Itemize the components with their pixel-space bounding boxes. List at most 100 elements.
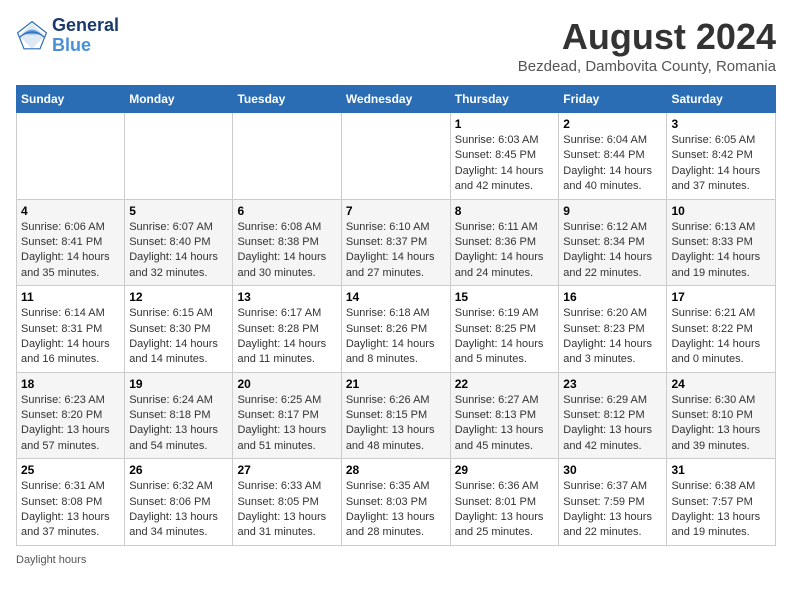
col-tuesday: Tuesday [233, 86, 341, 113]
table-row: 29Sunrise: 6:36 AM Sunset: 8:01 PM Dayli… [450, 459, 559, 546]
calendar-footer: Daylight hours [16, 554, 776, 566]
day-number: 1 [455, 117, 555, 131]
logo-icon [16, 20, 48, 52]
day-info: Sunrise: 6:27 AM Sunset: 8:13 PM Dayligh… [455, 393, 555, 455]
day-number: 23 [563, 377, 662, 391]
day-info: Sunrise: 6:20 AM Sunset: 8:23 PM Dayligh… [563, 306, 662, 368]
table-row [125, 113, 233, 200]
calendar-week-4: 18Sunrise: 6:23 AM Sunset: 8:20 PM Dayli… [17, 372, 776, 459]
day-number: 31 [671, 463, 771, 477]
day-info: Sunrise: 6:19 AM Sunset: 8:25 PM Dayligh… [455, 306, 555, 368]
table-row: 7Sunrise: 6:10 AM Sunset: 8:37 PM Daylig… [341, 199, 450, 286]
day-info: Sunrise: 6:31 AM Sunset: 8:08 PM Dayligh… [21, 479, 120, 541]
day-info: Sunrise: 6:07 AM Sunset: 8:40 PM Dayligh… [129, 220, 228, 282]
day-info: Sunrise: 6:17 AM Sunset: 8:28 PM Dayligh… [237, 306, 336, 368]
title-block: August 2024 Bezdead, Dambovita County, R… [518, 16, 776, 75]
table-row: 18Sunrise: 6:23 AM Sunset: 8:20 PM Dayli… [17, 372, 125, 459]
location-subtitle: Bezdead, Dambovita County, Romania [518, 58, 776, 75]
day-info: Sunrise: 6:12 AM Sunset: 8:34 PM Dayligh… [563, 220, 662, 282]
table-row: 9 Sunrise: 6:12 AM Sunset: 8:34 PM Daylig… [559, 199, 667, 286]
table-row: 31 Sunrise: 6:38 AM Sunset: 7:57 PM Dayli… [667, 459, 776, 546]
day-info: Sunrise: 6:38 AM Sunset: 7:57 PM Dayligh… [671, 479, 771, 541]
calendar-table: Sunday Monday Tuesday Wednesday Thursday… [16, 85, 776, 546]
day-info: Sunrise: 6:11 AM Sunset: 8:36 PM Dayligh… [455, 220, 555, 282]
day-number: 25 [21, 463, 120, 477]
table-row: 20 Sunrise: 6:25 AM Sunset: 8:17 PM Dayli… [233, 372, 341, 459]
calendar-header-row: Sunday Monday Tuesday Wednesday Thursday… [17, 86, 776, 113]
col-friday: Friday [559, 86, 667, 113]
day-number: 3 [671, 117, 771, 131]
day-info: Sunrise: 6:13 AM Sunset: 8:33 PM Dayligh… [671, 220, 771, 282]
day-number: 28 [346, 463, 446, 477]
table-row: 12 Sunrise: 6:15 AM Sunset: 8:30 PM Dayli… [125, 286, 233, 373]
day-info: Sunrise: 6:04 AM Sunset: 8:44 PM Dayligh… [563, 133, 662, 195]
table-row: 1 Sunrise: 6:03 AM Sunset: 8:45 PM Daylig… [450, 113, 559, 200]
table-row [233, 113, 341, 200]
page-header: General Blue August 2024 Bezdead, Dambov… [16, 16, 776, 75]
table-row: 14 Sunrise: 6:18 AM Sunset: 8:26 PM Dayli… [341, 286, 450, 373]
table-row: 3 Sunrise: 6:05 AM Sunset: 8:42 PM Daylig… [667, 113, 776, 200]
day-info: Sunrise: 6:33 AM Sunset: 8:05 PM Dayligh… [237, 479, 336, 541]
day-info: Sunrise: 6:37 AM Sunset: 7:59 PM Dayligh… [563, 479, 662, 541]
day-number: 15 [455, 290, 555, 304]
table-row: 17Sunrise: 6:21 AM Sunset: 8:22 PM Dayli… [667, 286, 776, 373]
day-info: Sunrise: 6:36 AM Sunset: 8:01 PM Dayligh… [455, 479, 555, 541]
day-info: Sunrise: 6:32 AM Sunset: 8:06 PM Dayligh… [129, 479, 228, 541]
day-info: Sunrise: 6:06 AM Sunset: 8:41 PM Dayligh… [21, 220, 120, 282]
table-row: 25 Sunrise: 6:31 AM Sunset: 8:08 PM Dayli… [17, 459, 125, 546]
day-info: Sunrise: 6:29 AM Sunset: 8:12 PM Dayligh… [563, 393, 662, 455]
day-number: 8 [455, 204, 555, 218]
day-number: 11 [21, 290, 120, 304]
day-number: 10 [671, 204, 771, 218]
logo: General Blue [16, 16, 119, 56]
table-row: 30Sunrise: 6:37 AM Sunset: 7:59 PM Dayli… [559, 459, 667, 546]
col-monday: Monday [125, 86, 233, 113]
month-year-title: August 2024 [518, 16, 776, 58]
col-saturday: Saturday [667, 86, 776, 113]
day-info: Sunrise: 6:35 AM Sunset: 8:03 PM Dayligh… [346, 479, 446, 541]
table-row: 11Sunrise: 6:14 AM Sunset: 8:31 PM Dayli… [17, 286, 125, 373]
day-number: 12 [129, 290, 228, 304]
daylight-label: Daylight hours [16, 554, 86, 566]
day-info: Sunrise: 6:03 AM Sunset: 8:45 PM Dayligh… [455, 133, 555, 195]
day-info: Sunrise: 6:21 AM Sunset: 8:22 PM Dayligh… [671, 306, 771, 368]
table-row: 6Sunrise: 6:08 AM Sunset: 8:38 PM Daylig… [233, 199, 341, 286]
table-row: 27 Sunrise: 6:33 AM Sunset: 8:05 PM Dayli… [233, 459, 341, 546]
day-number: 19 [129, 377, 228, 391]
day-number: 4 [21, 204, 120, 218]
day-number: 9 [563, 204, 662, 218]
day-info: Sunrise: 6:18 AM Sunset: 8:26 PM Dayligh… [346, 306, 446, 368]
day-info: Sunrise: 6:25 AM Sunset: 8:17 PM Dayligh… [237, 393, 336, 455]
day-number: 27 [237, 463, 336, 477]
col-wednesday: Wednesday [341, 86, 450, 113]
day-info: Sunrise: 6:15 AM Sunset: 8:30 PM Dayligh… [129, 306, 228, 368]
table-row: 26 Sunrise: 6:32 AM Sunset: 8:06 PM Dayli… [125, 459, 233, 546]
day-number: 22 [455, 377, 555, 391]
day-number: 5 [129, 204, 228, 218]
table-row: 28 Sunrise: 6:35 AM Sunset: 8:03 PM Dayli… [341, 459, 450, 546]
day-number: 14 [346, 290, 446, 304]
day-number: 21 [346, 377, 446, 391]
day-number: 16 [563, 290, 662, 304]
col-sunday: Sunday [17, 86, 125, 113]
table-row: 2Sunrise: 6:04 AM Sunset: 8:44 PM Daylig… [559, 113, 667, 200]
calendar-week-3: 11Sunrise: 6:14 AM Sunset: 8:31 PM Dayli… [17, 286, 776, 373]
table-row: 21 Sunrise: 6:26 AM Sunset: 8:15 PM Dayli… [341, 372, 450, 459]
day-number: 26 [129, 463, 228, 477]
table-row: 13Sunrise: 6:17 AM Sunset: 8:28 PM Dayli… [233, 286, 341, 373]
table-row [341, 113, 450, 200]
table-row: 5 Sunrise: 6:07 AM Sunset: 8:40 PM Daylig… [125, 199, 233, 286]
table-row: 8 Sunrise: 6:11 AM Sunset: 8:36 PM Daylig… [450, 199, 559, 286]
day-info: Sunrise: 6:26 AM Sunset: 8:15 PM Dayligh… [346, 393, 446, 455]
day-number: 20 [237, 377, 336, 391]
calendar-week-1: 1 Sunrise: 6:03 AM Sunset: 8:45 PM Daylig… [17, 113, 776, 200]
table-row: 16 Sunrise: 6:20 AM Sunset: 8:23 PM Dayli… [559, 286, 667, 373]
day-number: 6 [237, 204, 336, 218]
day-number: 18 [21, 377, 120, 391]
table-row: 23 Sunrise: 6:29 AM Sunset: 8:12 PM Dayli… [559, 372, 667, 459]
table-row: 10 Sunrise: 6:13 AM Sunset: 8:33 PM Dayli… [667, 199, 776, 286]
day-info: Sunrise: 6:24 AM Sunset: 8:18 PM Dayligh… [129, 393, 228, 455]
day-info: Sunrise: 6:05 AM Sunset: 8:42 PM Dayligh… [671, 133, 771, 195]
day-number: 7 [346, 204, 446, 218]
calendar-week-2: 4 Sunrise: 6:06 AM Sunset: 8:41 PM Daylig… [17, 199, 776, 286]
